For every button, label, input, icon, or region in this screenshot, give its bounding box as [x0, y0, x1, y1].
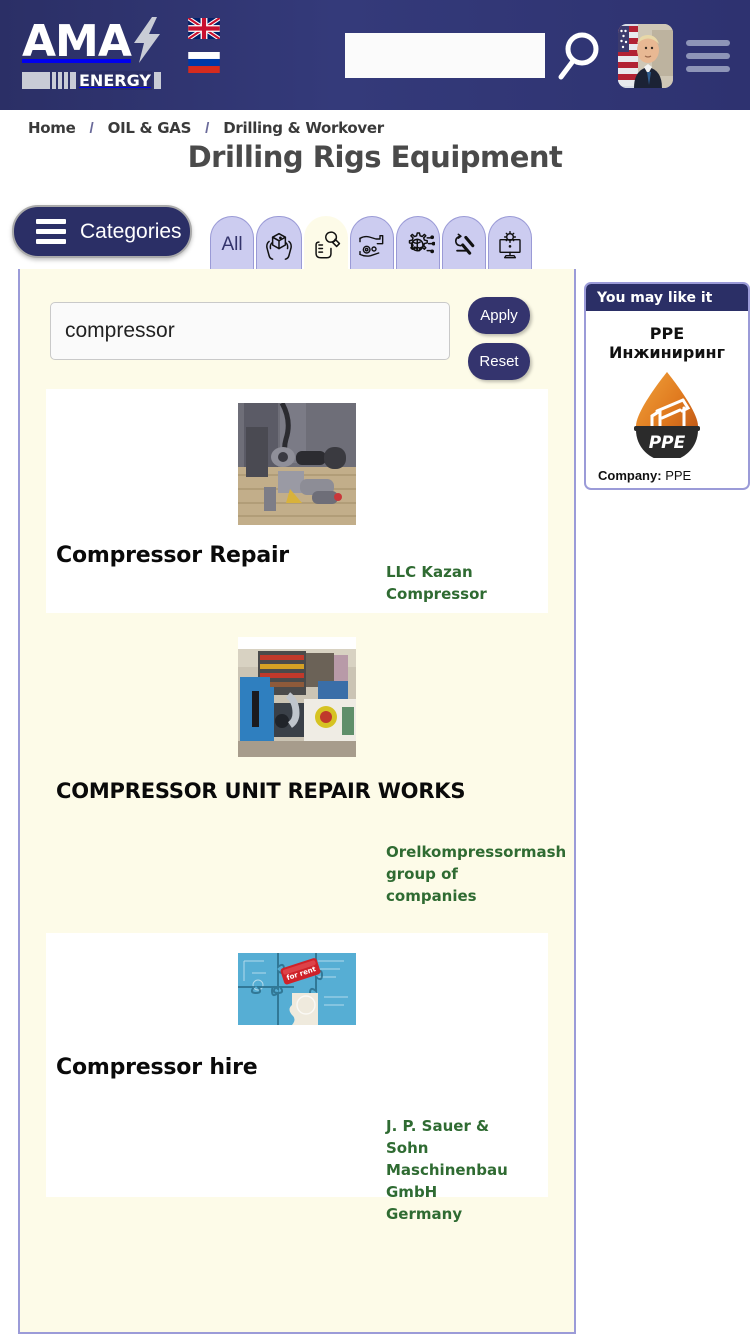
tab-hand-gear-service[interactable]	[350, 216, 394, 272]
card-thumbnail	[46, 389, 548, 525]
hamburger-menu-icon	[36, 219, 66, 244]
breadcrumb-separator-2: /	[205, 119, 210, 137]
recommendation-company: Company: PPE	[586, 458, 748, 483]
lightning-bolt-icon	[132, 16, 162, 68]
breadcrumb-separator-1: /	[89, 119, 94, 137]
logo-bar-2	[52, 71, 56, 89]
header-search-input[interactable]	[345, 33, 545, 78]
compressor-repair-photo	[238, 403, 356, 525]
language-switcher	[188, 18, 220, 73]
breadcrumb-item-oil-and-gas[interactable]: OIL & GAS	[108, 119, 192, 137]
search-icon[interactable]	[553, 27, 609, 85]
tab-gear-globe-network[interactable]	[396, 216, 440, 272]
list-item[interactable]: COMPRESSOR UNIT REPAIR WORKS Orelkompres…	[46, 613, 566, 933]
hand-gear-service-icon	[355, 229, 389, 261]
compressor-unit-workshop-photo	[238, 637, 356, 757]
filter-search-input[interactable]	[50, 302, 450, 360]
gear-globe-network-icon	[401, 228, 435, 262]
card-thumbnail	[46, 613, 548, 757]
you-may-like-panel: You may like it PPE Инжиниринг PPE Compa…	[584, 282, 750, 490]
you-may-like-header: You may like it	[586, 284, 748, 311]
card-country: Germany	[386, 1205, 463, 1223]
site-header: AMA ENERGY	[0, 0, 750, 110]
card-company[interactable]: Orelkompressormash group of companies	[386, 841, 566, 907]
card-title: Compressor hire	[56, 1055, 258, 1080]
ppe-oil-droplet-pumpjack-logo: PPE	[634, 372, 700, 458]
reset-button[interactable]: Reset	[468, 343, 530, 380]
logo-energy-row: ENERGY	[22, 70, 162, 90]
drill-tools-icon	[448, 230, 480, 260]
category-tabs: All	[210, 216, 532, 272]
page-root: AMA ENERGY Home / OIL & GAS / Drilling &…	[0, 0, 750, 1334]
results-panel: Apply Reset	[18, 269, 576, 1334]
user-avatar-photo[interactable]	[618, 24, 673, 88]
recommendation-title[interactable]: PPE Инжиниринг	[586, 311, 748, 362]
hamburger-menu-icon[interactable]	[686, 40, 730, 72]
categories-button[interactable]: Categories	[12, 205, 192, 258]
tab-all-label: All	[221, 233, 243, 255]
breadcrumb-item-drilling-workover[interactable]: Drilling & Workover	[223, 119, 384, 137]
monitor-gear-icon	[494, 228, 526, 262]
tab-hand-wrench[interactable]	[304, 216, 348, 272]
list-item[interactable]: Compressor Repair LLC Kazan Compressor	[46, 389, 548, 613]
tab-drill-tools[interactable]	[442, 216, 486, 272]
uk-flag-icon	[188, 18, 220, 39]
company-value: PPE	[665, 468, 692, 483]
russia-flag-icon	[188, 52, 220, 73]
tab-hands-holding-box[interactable]	[256, 216, 302, 272]
card-company[interactable]: J. P. Sauer & Sohn Maschinenbau GmbH Ger…	[386, 1115, 536, 1225]
logo-text: AMA	[22, 16, 132, 67]
svg-text:PPE: PPE	[649, 433, 686, 453]
burger-line-1	[686, 40, 730, 46]
logo-bar-6	[153, 71, 161, 89]
burger-line-3	[686, 66, 730, 72]
results-list: Compressor Repair LLC Kazan Compressor C…	[20, 389, 574, 1223]
logo-subtext: ENERGY	[78, 70, 152, 90]
card-company[interactable]: LLC Kazan Compressor	[386, 561, 536, 605]
card-title: COMPRESSOR UNIT REPAIR WORKS	[56, 779, 466, 803]
logo-wordmark-row: AMA	[22, 16, 162, 68]
company-label: Company:	[598, 468, 662, 483]
tab-monitor-gear[interactable]	[488, 216, 532, 272]
site-logo[interactable]: AMA ENERGY	[22, 12, 162, 94]
cat-line-1	[36, 219, 66, 224]
filter-bar: Apply Reset	[20, 269, 574, 389]
hands-holding-box-icon	[262, 228, 296, 262]
categories-button-label: Categories	[80, 219, 182, 243]
language-option-en[interactable]	[188, 18, 220, 39]
cat-line-2	[36, 229, 66, 234]
puzzle-for-rent-photo: for rent	[238, 953, 356, 1025]
page-title: Drilling Rigs Equipment	[187, 140, 563, 174]
logo-bar-1	[22, 71, 50, 89]
header-search-wrap	[345, 33, 550, 78]
card-thumbnail: for rent	[46, 933, 548, 1025]
apply-button[interactable]: Apply	[468, 297, 530, 334]
card-company-name: J. P. Sauer & Sohn Maschinenbau GmbH	[386, 1117, 508, 1201]
language-option-ru[interactable]	[188, 52, 220, 73]
tab-all[interactable]: All	[210, 216, 254, 272]
burger-line-2	[686, 53, 730, 59]
recommendation-logo[interactable]: PPE	[586, 362, 748, 458]
logo-bar-5	[70, 71, 76, 89]
logo-bar-4	[64, 71, 68, 89]
hand-wrench-icon	[309, 227, 343, 263]
breadcrumb-item-home[interactable]: Home	[28, 119, 76, 137]
cat-line-3	[36, 239, 66, 244]
logo-bar-3	[58, 71, 62, 89]
list-item[interactable]: for rent Compressor hire J. P. Sauer & S…	[46, 933, 548, 1223]
